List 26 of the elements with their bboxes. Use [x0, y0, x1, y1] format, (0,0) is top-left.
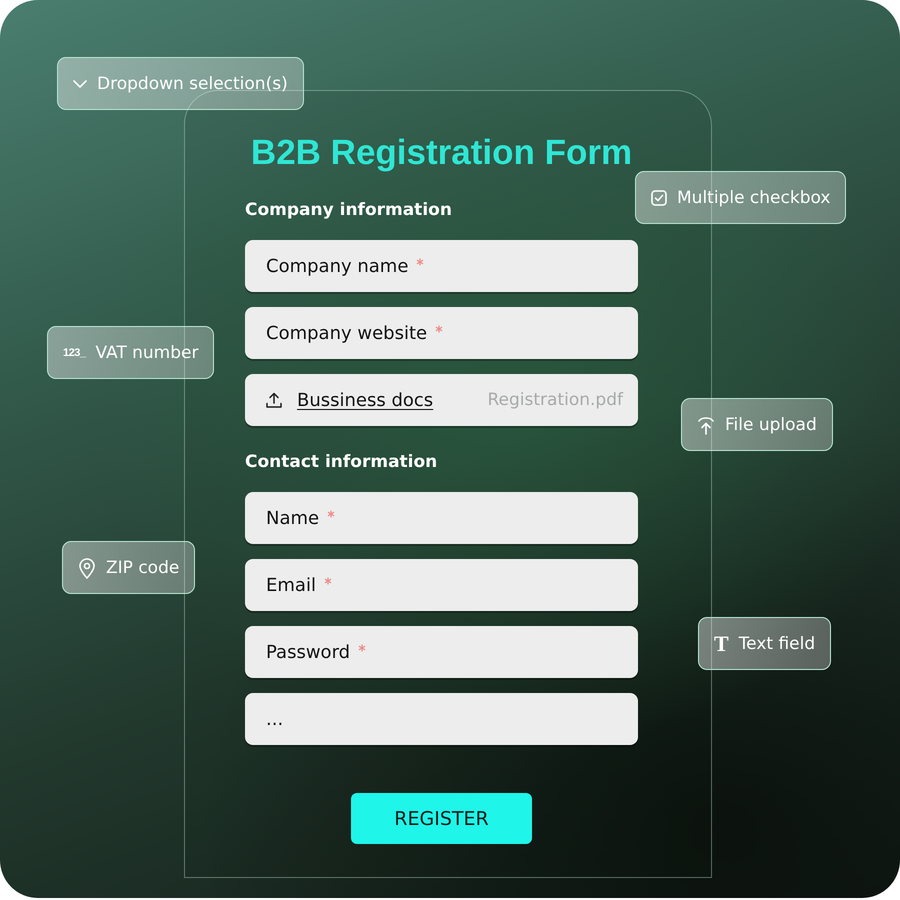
tag-label: VAT number: [95, 342, 198, 364]
input-field[interactable]: Name: [245, 492, 638, 544]
checkbox-icon: [651, 190, 667, 206]
location-pin-icon: [78, 556, 96, 578]
upload-arrow-icon: [697, 414, 715, 434]
input-field[interactable]: Email: [245, 559, 638, 611]
chevron-down-icon: [73, 80, 87, 88]
numbers-icon: 123_: [63, 346, 86, 358]
file-name: Registration.pdf: [488, 390, 623, 410]
register-button[interactable]: REGISTER: [351, 793, 532, 844]
section-heading: Contact information: [245, 451, 438, 473]
text-icon: T: [714, 632, 729, 654]
tag-label: ZIP code: [106, 556, 180, 578]
tag-label: Text field: [738, 632, 816, 654]
input-field[interactable]: Company name: [245, 240, 638, 292]
input-field[interactable]: Password: [245, 626, 638, 678]
upload-icon: [265, 391, 283, 409]
tag-label: File upload: [725, 414, 817, 436]
section-heading: Company information: [245, 199, 452, 221]
input-field[interactable]: Company website: [245, 307, 638, 359]
tag-label: Dropdown selection(s): [97, 72, 288, 94]
upload-link[interactable]: Bussiness docs: [297, 390, 434, 410]
input-field[interactable]: ...: [245, 693, 638, 745]
tag-label: Multiple checkbox: [677, 186, 830, 208]
form-title: B2B Registration Form: [250, 132, 632, 174]
file-upload-field[interactable]: Bussiness docs Registration.pdf: [245, 374, 638, 426]
